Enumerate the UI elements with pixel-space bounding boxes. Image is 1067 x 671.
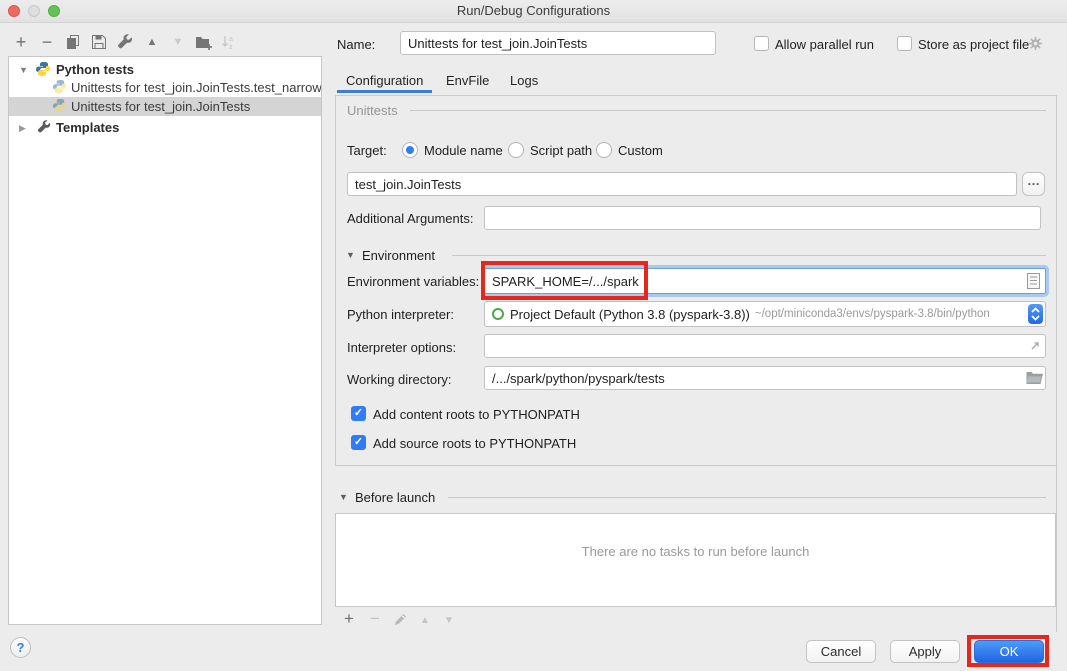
tree-item-unittest-narrow[interactable]: Unittests for test_join.JoinTests.test_n… bbox=[9, 78, 321, 97]
window-title: Run/Debug Configurations bbox=[0, 3, 1067, 18]
cancel-button-label: Cancel bbox=[821, 644, 861, 659]
allow-parallel-label[interactable]: Allow parallel run bbox=[775, 37, 874, 52]
ok-button-label: OK bbox=[1000, 644, 1019, 659]
copy-configuration-icon[interactable] bbox=[64, 33, 82, 51]
python-icon bbox=[35, 61, 51, 79]
cancel-button[interactable]: Cancel bbox=[806, 640, 876, 663]
svg-text:z: z bbox=[229, 44, 233, 50]
configurations-tree: ▼ Python tests Unittests for test_join.J… bbox=[8, 56, 322, 625]
env-vars-label: Environment variables: bbox=[347, 274, 479, 289]
unittests-group-label: Unittests bbox=[347, 103, 398, 118]
scroll-pane-right-border bbox=[1056, 466, 1057, 632]
additional-args-input[interactable] bbox=[484, 206, 1041, 230]
interpreter-options-label: Interpreter options: bbox=[347, 340, 456, 355]
environment-collapse-icon[interactable]: ▼ bbox=[346, 250, 355, 260]
additional-args-label: Additional Arguments: bbox=[347, 211, 473, 226]
conda-env-icon bbox=[492, 308, 504, 320]
radio-custom[interactable] bbox=[596, 142, 612, 158]
tree-item-label: Python tests bbox=[56, 62, 134, 77]
before-launch-list[interactable]: There are no tasks to run before launch bbox=[335, 513, 1056, 607]
browse-module-button[interactable]: … bbox=[1022, 172, 1045, 196]
tab-configuration[interactable]: Configuration bbox=[346, 73, 423, 88]
python-interpreter-path: ~/opt/miniconda3/envs/pyspark-3.8/bin/py… bbox=[755, 308, 990, 320]
move-up-icon[interactable]: ▲ bbox=[143, 33, 161, 51]
group-divider bbox=[410, 110, 1046, 111]
active-tab-underline bbox=[337, 90, 432, 93]
working-directory-value: /.../spark/python/pyspark/tests bbox=[492, 371, 665, 386]
radio-script-path-label[interactable]: Script path bbox=[530, 143, 592, 158]
module-name-value: test_join.JoinTests bbox=[355, 177, 461, 192]
working-directory-input[interactable]: /.../spark/python/pyspark/tests bbox=[484, 366, 1046, 390]
templates-wrench-icon bbox=[37, 120, 51, 137]
ok-button[interactable]: OK bbox=[974, 640, 1044, 663]
help-button[interactable]: ? bbox=[10, 637, 31, 658]
name-value: Unittests for test_join.JoinTests bbox=[408, 36, 587, 51]
move-down-icon: ▼ bbox=[169, 33, 187, 51]
env-vars-input[interactable]: SPARK_HOME=/.../spark bbox=[484, 268, 1046, 294]
expand-field-icon[interactable] bbox=[1028, 339, 1042, 356]
store-project-label[interactable]: Store as project file bbox=[918, 37, 1029, 52]
add-content-roots-label[interactable]: Add content roots to PYTHONPATH bbox=[373, 407, 580, 422]
collapsed-arrow-icon[interactable]: ▶ bbox=[19, 123, 26, 134]
folder-browse-icon[interactable] bbox=[1026, 371, 1043, 388]
help-icon: ? bbox=[17, 640, 25, 655]
tree-item-templates[interactable]: ▶ Templates bbox=[9, 118, 321, 137]
before-launch-edit-icon bbox=[392, 610, 410, 628]
env-vars-value: SPARK_HOME=/.../spark bbox=[492, 274, 639, 289]
tree-item-label: Templates bbox=[56, 120, 119, 135]
before-launch-divider bbox=[448, 497, 1046, 498]
python-interpreter-select[interactable]: Project Default (Python 3.8 (pyspark-3.8… bbox=[484, 301, 1046, 327]
add-configuration-icon[interactable]: + bbox=[12, 33, 30, 51]
apply-button-label: Apply bbox=[909, 644, 942, 659]
tree-item-label: Unittests for test_join.JoinTests bbox=[71, 99, 250, 114]
new-folder-icon[interactable] bbox=[194, 33, 212, 51]
environment-divider bbox=[452, 255, 1046, 256]
tree-item-python-tests[interactable]: ▼ Python tests bbox=[9, 60, 321, 79]
store-project-checkbox[interactable] bbox=[897, 36, 912, 51]
tab-envfile[interactable]: EnvFile bbox=[446, 73, 489, 88]
before-launch-down-icon: ▼ bbox=[440, 611, 458, 629]
before-launch-collapse-icon[interactable]: ▼ bbox=[339, 492, 348, 502]
add-source-roots-checkbox[interactable]: ✓ bbox=[351, 435, 366, 450]
name-label: Name: bbox=[337, 37, 375, 52]
radio-script-path[interactable] bbox=[508, 142, 524, 158]
expanded-arrow-icon[interactable]: ▼ bbox=[19, 65, 28, 75]
interpreter-options-input[interactable] bbox=[484, 334, 1046, 358]
python-icon bbox=[52, 79, 67, 97]
interpreter-stepper-icon[interactable] bbox=[1028, 304, 1043, 324]
tree-item-unittest-jointests[interactable]: Unittests for test_join.JoinTests bbox=[9, 97, 321, 116]
remove-configuration-icon[interactable]: − bbox=[38, 33, 56, 51]
save-configuration-icon[interactable] bbox=[90, 33, 108, 51]
gear-icon[interactable] bbox=[1028, 36, 1043, 54]
before-launch-up-icon: ▲ bbox=[416, 611, 434, 629]
tab-logs[interactable]: Logs bbox=[510, 73, 538, 88]
add-content-roots-checkbox[interactable]: ✓ bbox=[351, 406, 366, 421]
before-launch-empty-message: There are no tasks to run before launch bbox=[336, 544, 1055, 559]
svg-text:a: a bbox=[229, 36, 233, 43]
python-interpreter-label: Python interpreter: bbox=[347, 307, 454, 322]
python-interpreter-value: Project Default (Python 3.8 (pyspark-3.8… bbox=[510, 307, 750, 322]
radio-selected-dot bbox=[406, 146, 414, 154]
before-launch-add-icon[interactable]: + bbox=[340, 610, 358, 628]
edit-templates-icon[interactable] bbox=[116, 33, 134, 51]
radio-custom-label[interactable]: Custom bbox=[618, 143, 663, 158]
add-source-roots-label[interactable]: Add source roots to PYTHONPATH bbox=[373, 436, 576, 451]
allow-parallel-checkbox[interactable] bbox=[754, 36, 769, 51]
module-name-input[interactable]: test_join.JoinTests bbox=[347, 172, 1017, 196]
sort-configurations-icon: az bbox=[220, 33, 238, 51]
name-input[interactable]: Unittests for test_join.JoinTests bbox=[400, 31, 716, 55]
environment-section-label[interactable]: Environment bbox=[362, 248, 435, 263]
python-icon bbox=[52, 98, 67, 116]
radio-module-name-label[interactable]: Module name bbox=[424, 143, 503, 158]
before-launch-remove-icon: − bbox=[366, 610, 384, 628]
apply-button[interactable]: Apply bbox=[890, 640, 960, 663]
ellipsis-icon: … bbox=[1027, 173, 1040, 188]
target-label: Target: bbox=[347, 143, 387, 158]
title-bar: Run/Debug Configurations bbox=[0, 0, 1067, 23]
env-vars-list-icon[interactable] bbox=[1027, 273, 1040, 292]
radio-module-name[interactable] bbox=[402, 142, 418, 158]
working-directory-label: Working directory: bbox=[347, 372, 452, 387]
tree-item-label: Unittests for test_join.JoinTests.test_n… bbox=[71, 80, 321, 95]
before-launch-label[interactable]: Before launch bbox=[355, 490, 435, 505]
